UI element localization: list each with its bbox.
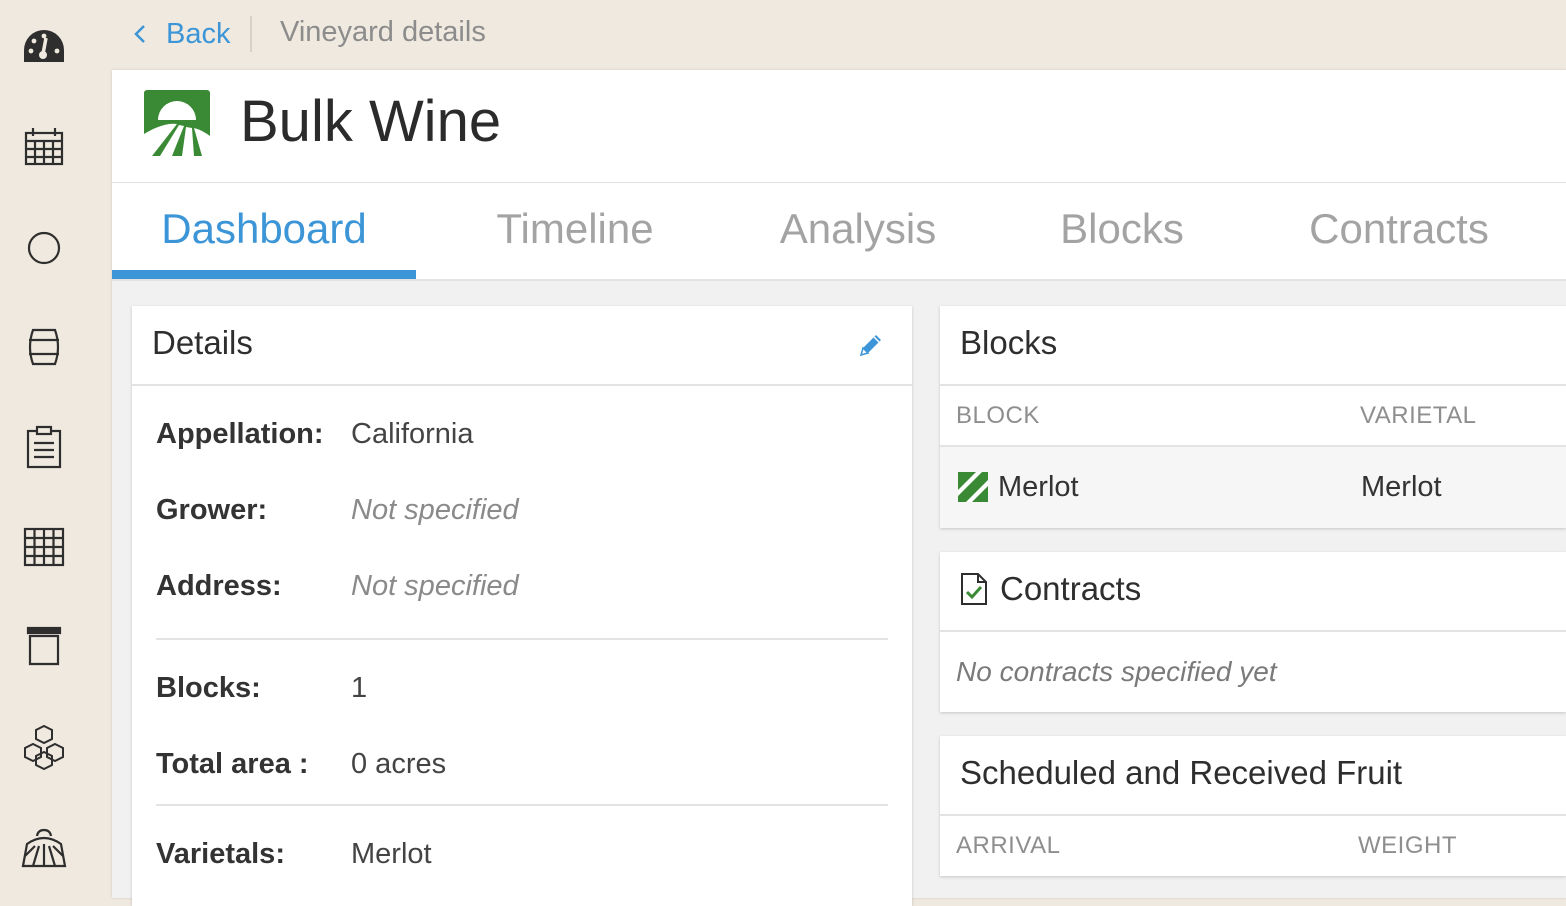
address-label: Address: bbox=[156, 570, 282, 602]
clipboard-icon[interactable] bbox=[19, 422, 69, 472]
breadcrumb: Back Vineyard details bbox=[112, 0, 1566, 70]
block-name-cell[interactable]: Merlot bbox=[998, 471, 1079, 504]
contracts-card: Contracts No contracts specified yet bbox=[940, 552, 1566, 712]
column-header-block: BLOCK bbox=[956, 402, 1040, 429]
divider bbox=[156, 638, 888, 640]
contract-document-icon bbox=[960, 572, 988, 606]
varietals-label: Varietals: bbox=[156, 838, 285, 870]
circle-icon[interactable] bbox=[19, 222, 69, 272]
details-title: Details bbox=[152, 324, 253, 361]
tab-blocks[interactable]: Blocks bbox=[1030, 183, 1214, 279]
boxes-icon[interactable] bbox=[19, 722, 69, 772]
active-tab-indicator bbox=[112, 270, 416, 279]
table-row[interactable]: Merlot Merlot bbox=[940, 447, 1566, 528]
appellation-label: Appellation: bbox=[156, 418, 324, 450]
fruit-card: Scheduled and Received Fruit ARRIVAL WEI… bbox=[940, 736, 1566, 876]
contracts-card-header: Contracts bbox=[940, 552, 1566, 632]
column-header-weight: WEIGHT bbox=[1358, 832, 1457, 859]
back-label: Back bbox=[166, 17, 231, 50]
grower-value: Not specified bbox=[351, 494, 519, 526]
tab-bar: Dashboard Timeline Analysis Blocks Contr… bbox=[112, 183, 1566, 281]
calendar-icon[interactable] bbox=[19, 122, 69, 172]
fruit-title: Scheduled and Received Fruit bbox=[960, 754, 1403, 791]
dashboard-gauge-icon[interactable] bbox=[19, 22, 69, 72]
grid-icon[interactable] bbox=[19, 522, 69, 572]
blocks-value: 1 bbox=[351, 672, 368, 704]
chevron-left-icon bbox=[134, 25, 145, 43]
varietal-cell: Merlot bbox=[1361, 471, 1442, 503]
blocks-label: Blocks: bbox=[156, 672, 261, 704]
block-green-icon bbox=[958, 472, 988, 502]
blocks-card-header: Blocks bbox=[940, 306, 1566, 386]
address-value: Not specified bbox=[351, 570, 519, 602]
tab-timeline[interactable]: Timeline bbox=[452, 183, 698, 279]
edit-pencil-icon[interactable] bbox=[856, 330, 886, 360]
column-header-varietal: VARIETAL bbox=[1360, 402, 1477, 429]
appellation-value: California bbox=[351, 418, 474, 450]
blocks-card: Blocks BLOCK VARIETAL Merlot Merlot bbox=[940, 306, 1566, 528]
contracts-title: Contracts bbox=[1000, 570, 1142, 607]
varietals-value: Merlot bbox=[351, 838, 432, 870]
total-area-value: 0 acres bbox=[351, 748, 447, 780]
column-header-arrival: ARRIVAL bbox=[956, 832, 1061, 859]
back-button[interactable]: Back bbox=[130, 14, 230, 54]
vineyard-logo-icon bbox=[144, 90, 210, 156]
fruit-card-header: Scheduled and Received Fruit bbox=[940, 736, 1566, 816]
total-area-label: Total area : bbox=[156, 748, 309, 780]
tab-analysis[interactable]: Analysis bbox=[752, 183, 964, 279]
breadcrumb-divider bbox=[250, 16, 252, 52]
tab-dashboard[interactable]: Dashboard bbox=[112, 183, 416, 279]
sidebar bbox=[0, 0, 88, 898]
main-panel: Bulk Wine Dashboard Timeline Analysis Bl… bbox=[112, 70, 1566, 906]
details-card: Details Appellation: California Grower: … bbox=[132, 306, 912, 906]
tab-contracts[interactable]: Contracts bbox=[1280, 183, 1518, 279]
bin-icon[interactable] bbox=[19, 622, 69, 672]
details-card-header: Details bbox=[132, 306, 912, 386]
divider bbox=[156, 804, 888, 806]
vineyard-icon[interactable] bbox=[19, 822, 69, 872]
page-header: Bulk Wine bbox=[112, 70, 1566, 183]
barrel-icon[interactable] bbox=[19, 322, 69, 372]
grower-label: Grower: bbox=[156, 494, 268, 526]
breadcrumb-title: Vineyard details bbox=[280, 16, 486, 48]
contracts-empty-text: No contracts specified yet bbox=[956, 656, 1277, 687]
page-title: Bulk Wine bbox=[240, 89, 502, 154]
blocks-title: Blocks bbox=[960, 324, 1058, 361]
